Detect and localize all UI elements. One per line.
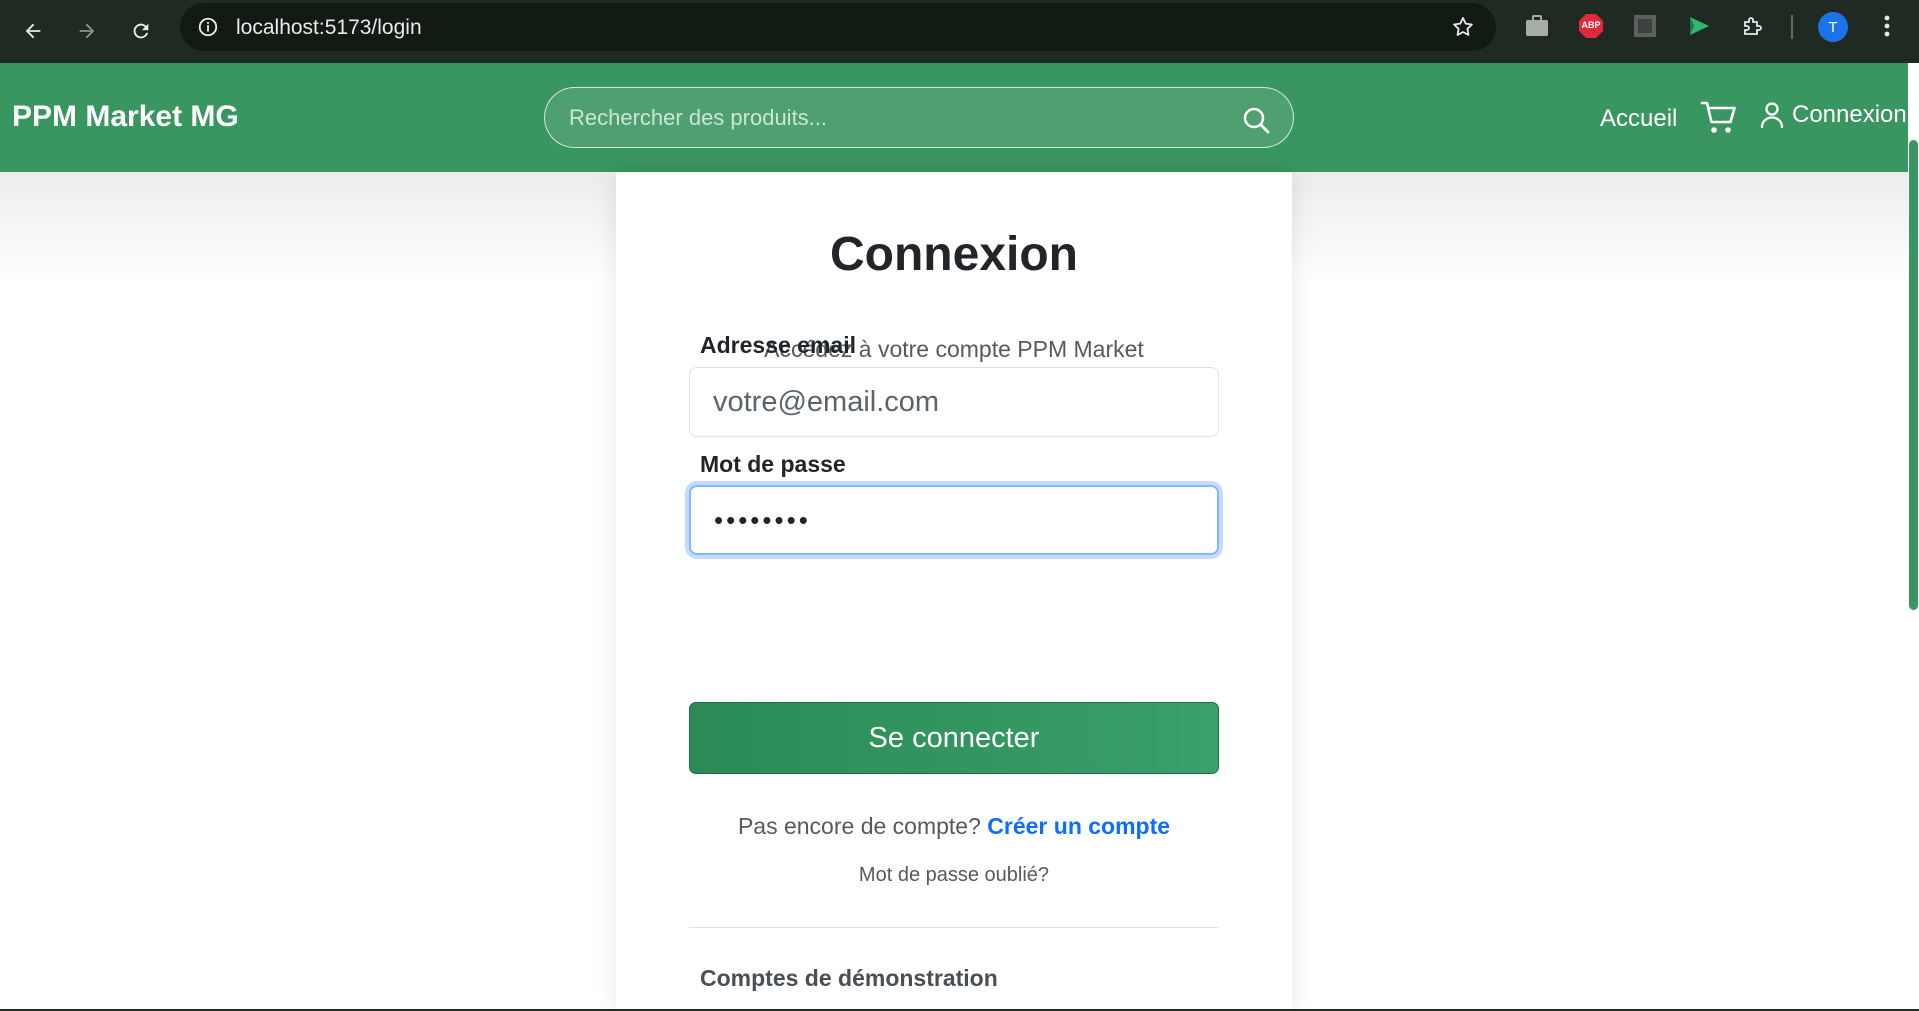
back-button[interactable] <box>12 10 54 52</box>
bookmark-star-icon[interactable] <box>1450 14 1476 40</box>
email-field[interactable]: votre@email.com <box>689 367 1219 437</box>
no-account-text: Pas encore de compte? <box>737 813 981 839</box>
search-bar <box>544 87 1294 148</box>
address-bar[interactable]: localhost:5173/login <box>180 3 1496 51</box>
adblock-plus-icon[interactable]: ABP <box>1578 13 1604 39</box>
forgot-password-link[interactable]: Mot de passe oublié? <box>616 864 1292 887</box>
search-button[interactable] <box>1241 105 1271 135</box>
send-icon[interactable] <box>1686 13 1712 39</box>
site-header: PPM Market MG Accueil Connexion <box>0 63 1919 172</box>
reload-button[interactable] <box>120 10 162 52</box>
password-value: •••••••• <box>714 504 811 535</box>
demo-accounts-title: Comptes de démonstration <box>700 965 998 991</box>
password-field[interactable]: •••••••• <box>689 485 1219 555</box>
scrollbar-thumb[interactable] <box>1909 140 1918 610</box>
forward-arrow-icon <box>79 23 95 39</box>
section-divider <box>689 927 1219 928</box>
nav-login-link[interactable]: Connexion <box>1760 101 1907 129</box>
toolbar-divider <box>1791 15 1793 39</box>
email-placeholder: votre@email.com <box>713 385 940 418</box>
back-arrow-icon <box>25 23 41 39</box>
brand-logo[interactable]: PPM Market MG <box>12 100 239 134</box>
signup-prompt: Pas encore de compte? Créer un compte <box>616 813 1292 840</box>
abp-label: ABP <box>1581 20 1601 30</box>
password-label: Mot de passe <box>700 451 846 477</box>
browser-toolbar: localhost:5173/login ABP T <box>0 0 1919 63</box>
email-label: Adresse email <box>700 332 856 358</box>
briefcase-icon[interactable] <box>1524 13 1550 39</box>
seo-icon[interactable] <box>1632 13 1658 39</box>
create-account-link[interactable]: Créer un compte <box>987 813 1170 839</box>
login-card: Connexion Accédez à votre compte PPM Mar… <box>616 172 1292 1011</box>
profile-avatar[interactable]: T <box>1818 12 1848 42</box>
cart-button[interactable] <box>1700 100 1738 136</box>
nav-home-link[interactable]: Accueil <box>1600 105 1677 133</box>
search-input[interactable] <box>569 102 1209 134</box>
forward-button[interactable] <box>66 10 108 52</box>
browser-menu-icon[interactable] <box>1874 13 1900 39</box>
reload-icon <box>133 23 149 39</box>
page-title: Connexion <box>830 228 1078 281</box>
nav-login-label: Connexion <box>1792 101 1907 128</box>
user-icon <box>1760 102 1784 129</box>
cart-icon <box>1700 101 1736 133</box>
login-submit-button[interactable]: Se connecter <box>689 702 1219 774</box>
search-icon <box>1243 107 1270 134</box>
url-text: localhost:5173/login <box>236 16 422 39</box>
puzzle-icon[interactable] <box>1740 13 1766 39</box>
site-info-icon[interactable] <box>196 15 220 39</box>
